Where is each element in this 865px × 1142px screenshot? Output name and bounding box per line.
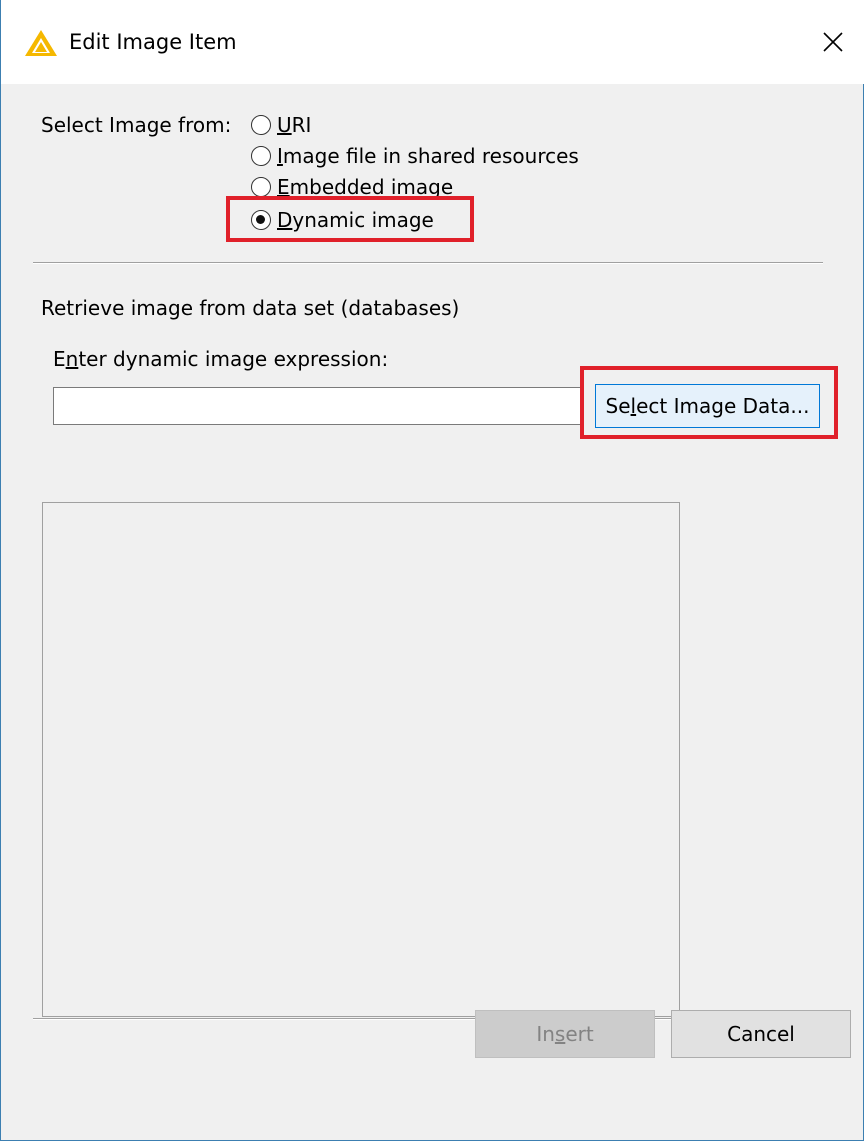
select-image-data-button[interactable]: Se l ect Image Data... bbox=[595, 384, 820, 428]
expression-label: Enter dynamic image expression: bbox=[53, 347, 389, 371]
insert-button[interactable]: In s ert bbox=[475, 1010, 655, 1058]
radio-label: Image file in shared resources bbox=[277, 144, 579, 168]
image-preview-area bbox=[42, 502, 680, 1017]
radio-button[interactable] bbox=[251, 146, 271, 166]
retrieve-description: Retrieve image from data set (databases) bbox=[41, 296, 460, 320]
select-image-from-label: Select Image from: bbox=[41, 113, 232, 137]
title-bar: Edit Image Item bbox=[1, 0, 865, 84]
cancel-button[interactable]: Cancel bbox=[671, 1010, 851, 1058]
radio-button[interactable] bbox=[251, 177, 271, 197]
separator-top bbox=[33, 262, 823, 264]
radio-label: Dynamic image bbox=[277, 208, 434, 232]
close-icon bbox=[823, 32, 843, 52]
radio-dynamic-image[interactable]: Dynamic image bbox=[251, 206, 434, 234]
radio-label: Embedded image bbox=[277, 175, 454, 199]
radio-embedded-image[interactable]: Embedded image bbox=[251, 173, 453, 201]
radio-shared-resources[interactable]: Image file in shared resources bbox=[251, 142, 579, 170]
close-button[interactable] bbox=[801, 10, 865, 74]
radio-uri[interactable]: URI bbox=[251, 111, 311, 139]
edit-image-dialog: Edit Image Item Select Image from: URI I… bbox=[0, 0, 865, 1141]
warning-triangle-icon bbox=[25, 30, 57, 56]
dialog-content: Select Image from: URI Image file in sha… bbox=[1, 84, 865, 1141]
radio-button-selected[interactable] bbox=[251, 210, 271, 230]
dialog-title: Edit Image Item bbox=[69, 30, 237, 54]
radio-label: URI bbox=[277, 113, 312, 137]
expression-input[interactable] bbox=[53, 387, 581, 425]
radio-button[interactable] bbox=[251, 115, 271, 135]
